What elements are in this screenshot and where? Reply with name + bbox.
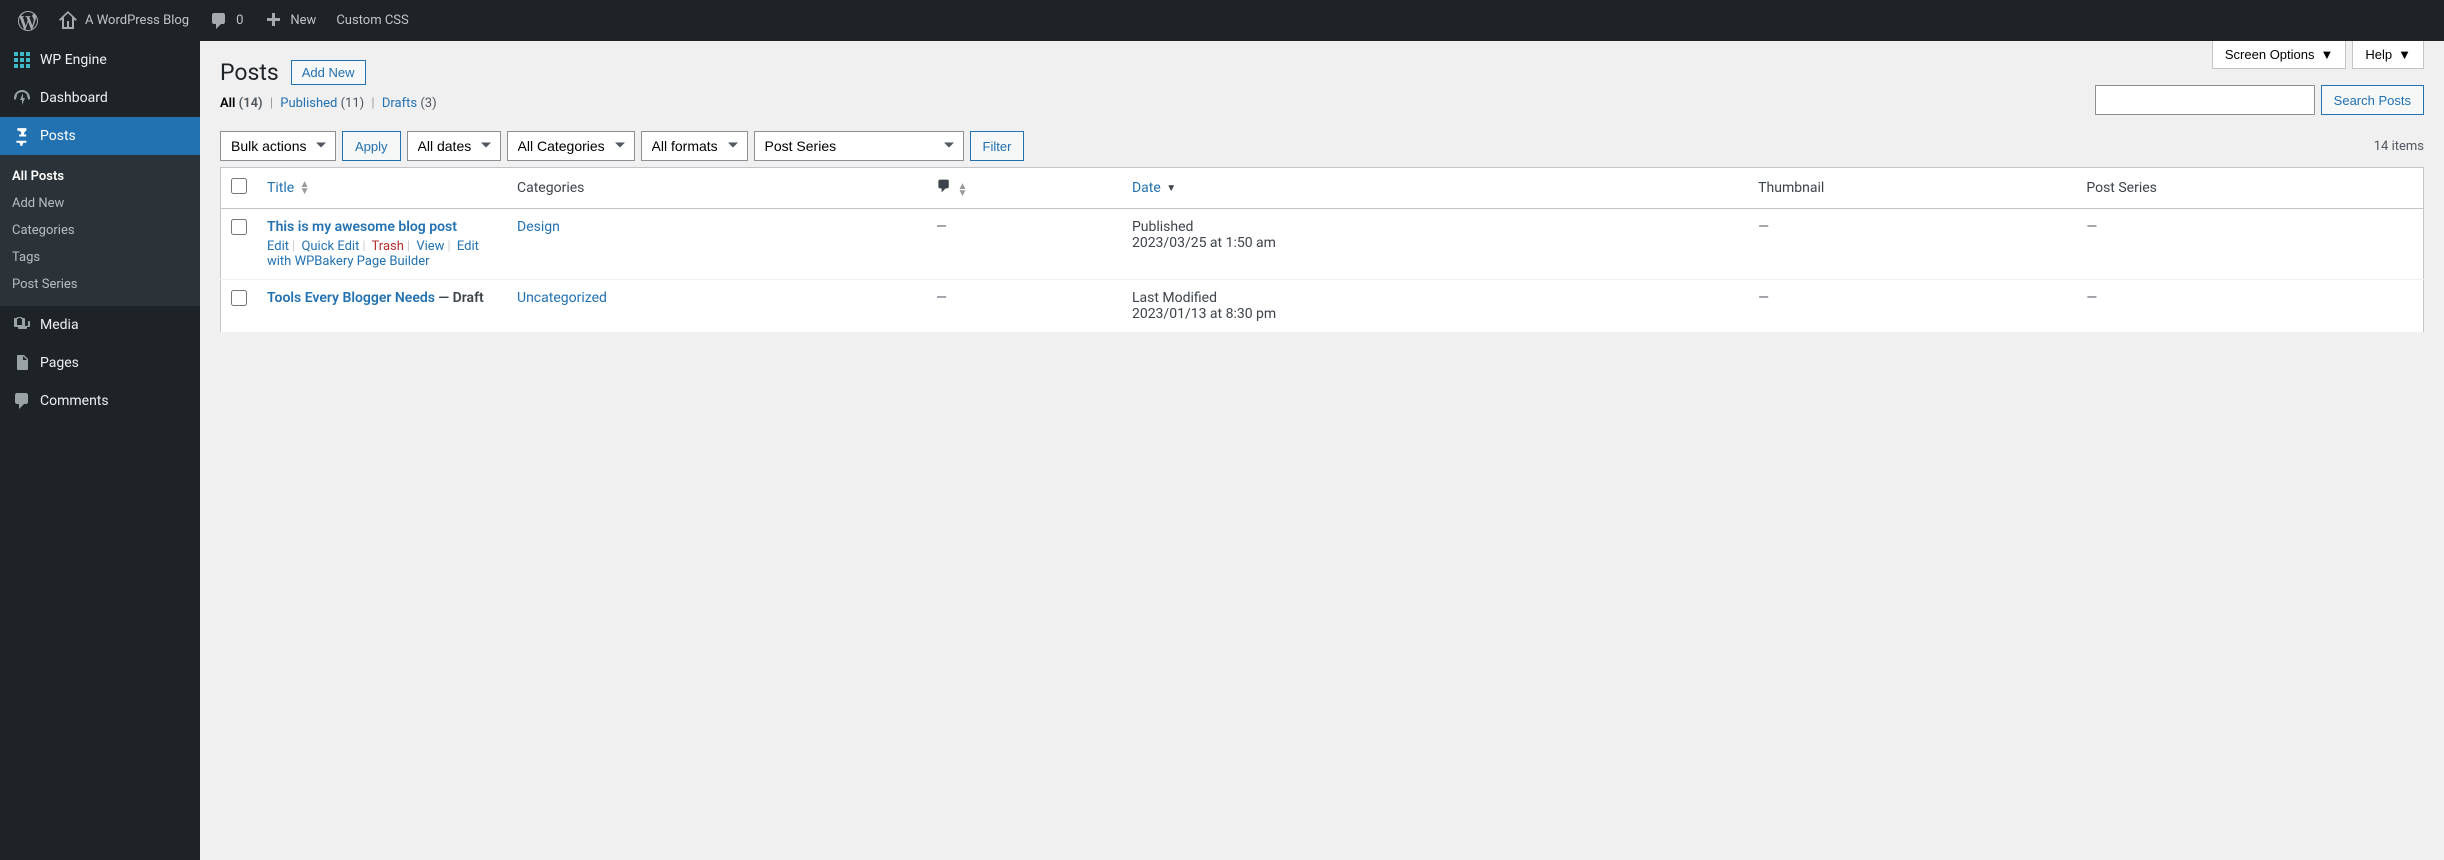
add-new-button[interactable]: Add New bbox=[291, 60, 366, 85]
sort-icon: ▼ bbox=[1166, 185, 1176, 192]
comment-icon bbox=[936, 178, 952, 194]
column-comments[interactable]: ▲▼ bbox=[926, 168, 1122, 209]
sidebar-item-pages[interactable]: Pages bbox=[0, 344, 200, 382]
admin-bar: A WordPress Blog 0 New Custom CSS bbox=[0, 0, 2444, 41]
table-row: Tools Every Blogger Needs — Draft Uncate… bbox=[221, 280, 2424, 333]
sidebar-item-label: Media bbox=[40, 317, 79, 333]
sidebar-item-comments[interactable]: Comments bbox=[0, 382, 200, 420]
post-title-link[interactable]: This is my awesome blog post bbox=[267, 219, 457, 235]
sidebar-item-dashboard[interactable]: Dashboard bbox=[0, 79, 200, 117]
wp-logo-menu[interactable] bbox=[8, 0, 48, 41]
column-categories: Categories bbox=[507, 168, 926, 209]
post-series-filter-select[interactable]: Post Series bbox=[754, 131, 964, 161]
select-all-checkbox[interactable] bbox=[231, 178, 247, 194]
date-value: Last Modified2023/01/13 at 8:30 pm bbox=[1122, 280, 1748, 333]
bulk-actions-select[interactable]: Bulk actions bbox=[220, 131, 336, 161]
dashboard-icon bbox=[12, 88, 32, 108]
comments-count: 0 bbox=[236, 13, 243, 28]
home-icon bbox=[58, 11, 78, 31]
column-post-series: Post Series bbox=[2076, 168, 2423, 209]
column-date[interactable]: Date ▼ bbox=[1122, 168, 1748, 209]
post-series-value: — bbox=[2086, 290, 2097, 306]
filter-button[interactable]: Filter bbox=[970, 131, 1025, 161]
edit-link[interactable]: Edit bbox=[267, 239, 289, 254]
item-count: 14 items bbox=[2374, 139, 2424, 154]
admin-sidebar: WP Engine Dashboard Posts All Posts Add … bbox=[0, 41, 200, 860]
comments-icon bbox=[12, 391, 32, 411]
chevron-down-icon: ▼ bbox=[2321, 47, 2334, 62]
submenu-all-posts[interactable]: All Posts bbox=[0, 163, 200, 190]
sidebar-item-media[interactable]: Media bbox=[0, 306, 200, 344]
chevron-down-icon: ▼ bbox=[2398, 47, 2411, 62]
draft-label: — Draft bbox=[435, 290, 484, 306]
column-thumbnail: Thumbnail bbox=[1748, 168, 2076, 209]
screen-options-label: Screen Options bbox=[2225, 47, 2315, 62]
category-filter-select[interactable]: All Categories bbox=[507, 131, 635, 161]
sidebar-item-label: WP Engine bbox=[40, 52, 107, 68]
help-label: Help bbox=[2365, 47, 2392, 62]
media-icon bbox=[12, 315, 32, 335]
submenu-add-new[interactable]: Add New bbox=[0, 190, 200, 217]
wpengine-icon bbox=[12, 50, 32, 70]
row-checkbox[interactable] bbox=[231, 290, 247, 306]
sort-icon: ▲▼ bbox=[300, 181, 310, 195]
column-title[interactable]: Title ▲▼ bbox=[257, 168, 507, 209]
sidebar-item-label: Dashboard bbox=[40, 90, 108, 106]
row-actions: Edit| Quick Edit| Trash| View| Edit with… bbox=[267, 235, 497, 269]
pin-icon bbox=[12, 126, 32, 146]
sidebar-item-posts[interactable]: Posts bbox=[0, 117, 200, 155]
search-input[interactable] bbox=[2095, 85, 2315, 115]
plus-icon bbox=[263, 11, 283, 31]
posts-submenu: All Posts Add New Categories Tags Post S… bbox=[0, 155, 200, 306]
comment-icon bbox=[209, 11, 229, 31]
submenu-categories[interactable]: Categories bbox=[0, 217, 200, 244]
thumbnail-value: — bbox=[1758, 219, 1769, 235]
site-name-menu[interactable]: A WordPress Blog bbox=[48, 0, 199, 41]
filter-drafts[interactable]: Drafts bbox=[382, 96, 417, 111]
category-link[interactable]: Uncategorized bbox=[517, 290, 607, 306]
pages-icon bbox=[12, 353, 32, 373]
filter-published[interactable]: Published bbox=[280, 96, 337, 111]
filter-all[interactable]: All (14) bbox=[220, 96, 263, 111]
quick-edit-link[interactable]: Quick Edit bbox=[301, 239, 359, 254]
wordpress-icon bbox=[18, 11, 38, 31]
page-title: Posts bbox=[220, 59, 279, 86]
trash-link[interactable]: Trash bbox=[372, 239, 404, 254]
screen-options-button[interactable]: Screen Options ▼ bbox=[2212, 41, 2346, 69]
post-title-link[interactable]: Tools Every Blogger Needs bbox=[267, 290, 435, 306]
sidebar-item-label: Comments bbox=[40, 393, 109, 409]
format-filter-select[interactable]: All formats bbox=[641, 131, 748, 161]
row-checkbox[interactable] bbox=[231, 219, 247, 235]
new-label: New bbox=[290, 13, 316, 28]
table-row: This is my awesome blog post Edit| Quick… bbox=[221, 209, 2424, 280]
custom-css-label: Custom CSS bbox=[336, 13, 408, 28]
main-content: Screen Options ▼ Help ▼ Posts Add New Al… bbox=[200, 41, 2444, 860]
site-name-label: A WordPress Blog bbox=[85, 13, 189, 28]
comments-value: — bbox=[936, 290, 947, 306]
apply-button[interactable]: Apply bbox=[342, 131, 401, 161]
sidebar-item-label: Pages bbox=[40, 355, 79, 371]
submenu-tags[interactable]: Tags bbox=[0, 244, 200, 271]
posts-table: Title ▲▼ Categories ▲▼ Date ▼ Thumbnail … bbox=[220, 167, 2424, 333]
view-link[interactable]: View bbox=[416, 239, 444, 254]
submenu-post-series[interactable]: Post Series bbox=[0, 271, 200, 298]
sort-icon: ▲▼ bbox=[958, 183, 968, 197]
date-value: Published2023/03/25 at 1:50 am bbox=[1122, 209, 1748, 280]
custom-css-menu[interactable]: Custom CSS bbox=[326, 0, 418, 41]
sidebar-item-wpengine[interactable]: WP Engine bbox=[0, 41, 200, 79]
comments-value: — bbox=[936, 219, 947, 235]
search-button[interactable]: Search Posts bbox=[2321, 85, 2424, 115]
comments-menu[interactable]: 0 bbox=[199, 0, 253, 41]
category-link[interactable]: Design bbox=[517, 219, 560, 235]
thumbnail-value: — bbox=[1758, 290, 1769, 306]
help-button[interactable]: Help ▼ bbox=[2352, 41, 2424, 69]
date-filter-select[interactable]: All dates bbox=[407, 131, 501, 161]
new-content-menu[interactable]: New bbox=[253, 0, 326, 41]
post-series-value: — bbox=[2086, 219, 2097, 235]
sidebar-item-label: Posts bbox=[40, 128, 76, 144]
